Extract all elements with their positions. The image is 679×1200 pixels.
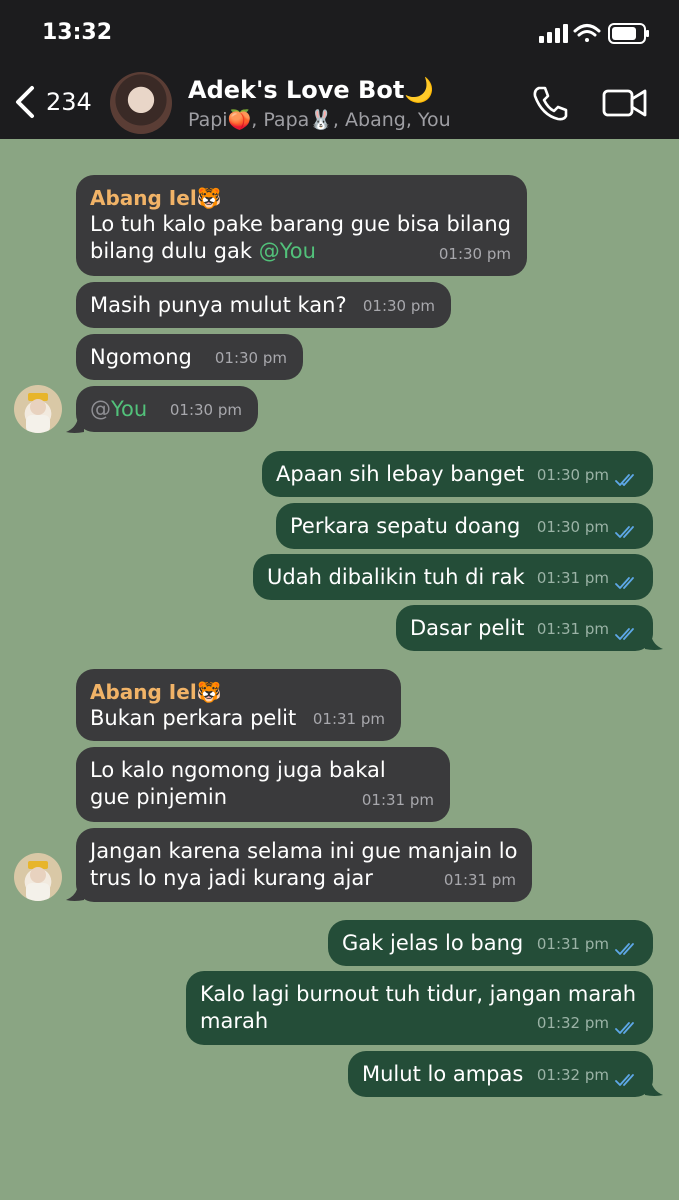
message-time: 01:30 pm: [536, 518, 609, 536]
message-bubble-incoming[interactable]: @You 01:30 pm: [76, 386, 258, 432]
message-bubble-incoming[interactable]: Ngomong 01:30 pm: [76, 334, 303, 380]
chat-header: 13:32 234 Adek's Love Bot🌙 Papi🍑, Papa🐰,…: [0, 0, 679, 139]
message-time: 01:30 pm: [438, 245, 511, 263]
double-check-icon: [615, 1022, 634, 1034]
message-bubble-incoming[interactable]: Lo kalo ngomong juga bakal gue pinjemin …: [76, 747, 450, 822]
double-check-icon: [615, 1074, 634, 1086]
message-time: 01:31 pm: [443, 871, 516, 889]
message-bubble-outgoing[interactable]: Udah dibalikin tuh di rak 01:31 pm: [253, 554, 653, 600]
message-time: 01:30 pm: [362, 297, 435, 315]
bubble-tail: [645, 1081, 663, 1096]
double-check-icon: [615, 628, 634, 640]
back-button[interactable]: 234: [12, 78, 92, 126]
unread-count: 234: [46, 88, 92, 116]
battery-icon: [608, 23, 649, 44]
sender-name: Abang Iel🐯: [90, 186, 222, 210]
wifi-icon: [573, 24, 601, 42]
bubble-tail: [645, 635, 663, 650]
group-avatar[interactable]: [110, 72, 172, 134]
signal-icon: [539, 24, 568, 43]
double-check-icon: [615, 474, 634, 486]
message-time: 01:31 pm: [361, 791, 434, 809]
mention-link[interactable]: You: [111, 397, 147, 421]
message-time: 01:30 pm: [214, 349, 287, 367]
message-bubble-incoming[interactable]: Jangan karena selama ini gue manjain lo …: [76, 828, 532, 902]
message-time: 01:31 pm: [536, 935, 609, 953]
phone-icon: [533, 86, 568, 121]
message-bubble-outgoing[interactable]: Mulut lo ampas 01:32 pm: [348, 1051, 653, 1097]
chat-members[interactable]: Papi🍑, Papa🐰, Abang, You: [188, 108, 451, 131]
double-check-icon: [615, 526, 634, 538]
message-bubble-outgoing[interactable]: Apaan sih lebay banget 01:30 pm: [262, 451, 653, 497]
double-check-icon: [615, 943, 634, 955]
video-camera-icon: [602, 89, 647, 117]
sender-avatar[interactable]: [14, 385, 62, 433]
message-time: 01:32 pm: [536, 1066, 609, 1084]
status-time: 13:32: [42, 20, 113, 45]
message-bubble-outgoing[interactable]: Perkara sepatu doang 01:30 pm: [276, 503, 653, 549]
mention-link[interactable]: @You: [259, 239, 316, 263]
message-time: 01:30 pm: [169, 401, 242, 419]
message-time: 01:31 pm: [536, 569, 609, 587]
message-time: 01:31 pm: [312, 710, 385, 728]
message-time: 01:30 pm: [536, 466, 609, 484]
sender-avatar[interactable]: [14, 853, 62, 901]
message-bubble-incoming[interactable]: Abang Iel🐯 Bukan perkara pelit 01:31 pm: [76, 669, 401, 741]
message-bubble-outgoing[interactable]: Dasar pelit 01:31 pm: [396, 605, 653, 651]
chat-title[interactable]: Adek's Love Bot🌙: [188, 76, 434, 104]
sender-name: Abang Iel🐯: [90, 680, 222, 704]
message-time: 01:31 pm: [536, 620, 609, 638]
status-icons: [539, 20, 651, 48]
message-bubble-incoming[interactable]: Masih punya mulut kan? 01:30 pm: [76, 282, 451, 328]
message-bubble-incoming[interactable]: Abang Iel🐯 Lo tuh kalo pake barang gue b…: [76, 175, 527, 276]
back-chevron-icon: [16, 86, 34, 118]
voice-call-button[interactable]: [530, 84, 570, 128]
message-bubble-outgoing[interactable]: Gak jelas lo bang 01:31 pm: [328, 920, 653, 966]
video-call-button[interactable]: [601, 86, 649, 124]
double-check-icon: [615, 577, 634, 589]
message-bubble-outgoing[interactable]: Kalo lagi burnout tuh tidur, jangan mara…: [186, 971, 653, 1045]
message-time: 01:32 pm: [536, 1014, 609, 1032]
